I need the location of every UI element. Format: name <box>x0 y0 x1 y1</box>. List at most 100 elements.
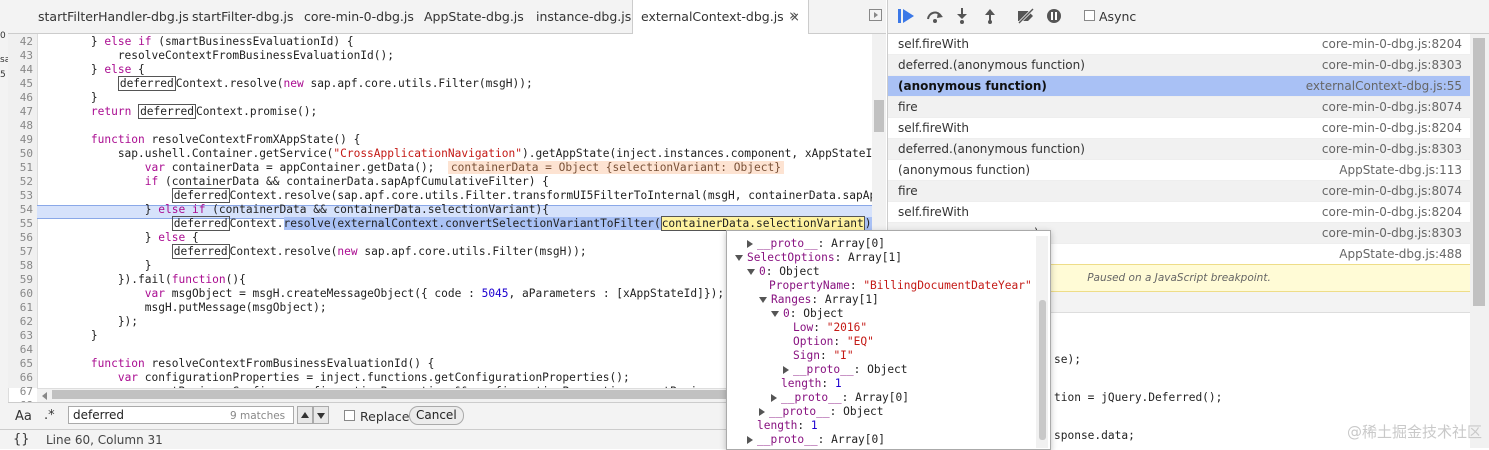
code-line[interactable]: } <box>37 259 152 273</box>
code-line[interactable]: var msgObject = msgH.createMessageObject… <box>37 287 724 301</box>
tab-externalcontext[interactable]: externalContext-dbg.js × <box>632 0 809 34</box>
code-line[interactable]: }); <box>37 315 138 329</box>
code-line[interactable]: function resolveContextFromXAppState() { <box>37 133 360 147</box>
object-property-row[interactable]: __proto__: Object <box>783 363 908 377</box>
tab-startfilterhandler[interactable]: startFilterHandler-dbg.js <box>38 0 189 33</box>
resume-icon[interactable] <box>898 8 916 24</box>
line-number[interactable]: 56 <box>20 231 33 244</box>
line-number[interactable]: 58 <box>20 259 33 272</box>
code-line[interactable]: deferred Context.resolve(externalContext.… <box>37 216 872 231</box>
step-over-icon[interactable] <box>926 8 944 24</box>
code-line[interactable]: sap.ushell.Container.getService("CrossAp… <box>37 147 872 161</box>
tab-appstate[interactable]: AppState-dbg.js <box>424 0 524 33</box>
code-line[interactable]: }).fail(function(){ <box>37 273 246 287</box>
previous-match-button[interactable] <box>297 406 313 424</box>
editor-horizontal-scroll-thumb[interactable] <box>52 390 729 399</box>
expanded-triangle-icon[interactable] <box>735 255 743 261</box>
line-number[interactable]: 52 <box>20 175 33 188</box>
collapsed-triangle-icon[interactable] <box>771 394 777 402</box>
code-line[interactable]: deferred Context.resolve(new sap.apf.core… <box>37 244 587 259</box>
call-frame[interactable]: (anonymous function) AppState-dbg.js:113 <box>888 160 1470 181</box>
step-out-icon[interactable] <box>984 8 996 24</box>
call-frame-location[interactable]: AppState-dbg.js:113 <box>1339 160 1462 181</box>
pause-on-exceptions-icon[interactable] <box>1046 8 1062 24</box>
call-frame-location[interactable]: core-min-0-dbg.js:8074 <box>1322 97 1462 118</box>
call-frame[interactable]: deferred.(anonymous function) core-min-0-… <box>888 139 1470 160</box>
tab-startfilter[interactable]: startFilter-dbg.js <box>192 0 294 33</box>
call-frame[interactable]: self.fireWith core-min-0-dbg.js:8204 <box>888 202 1470 223</box>
code-line[interactable]: if (containerData && containerData.sapAp… <box>37 175 549 189</box>
code-line[interactable]: } else { <box>37 231 199 245</box>
line-number[interactable]: 49 <box>20 133 33 146</box>
expanded-triangle-icon[interactable] <box>747 269 755 275</box>
object-preview-popover[interactable]: __proto__: Array[0] SelectOptions: Array[… <box>726 230 1051 450</box>
line-number[interactable]: 55 <box>20 217 33 230</box>
line-number[interactable]: 51 <box>20 161 33 174</box>
code-line[interactable]: msgH.putMessage(msgObject); <box>37 301 327 315</box>
line-number[interactable]: 64 <box>20 343 33 356</box>
code-line[interactable]: return deferred Context.promise(); <box>37 104 317 119</box>
collapsed-triangle-icon[interactable] <box>747 436 753 444</box>
line-number[interactable]: 60 <box>20 287 33 300</box>
call-frame-location[interactable]: core-min-0-dbg.js:8303 <box>1322 139 1462 160</box>
tab-core-min[interactable]: core-min-0-dbg.js <box>304 0 414 33</box>
line-number[interactable]: 44 <box>20 63 33 76</box>
call-frame-location[interactable]: AppState-dbg.js:488 <box>1339 244 1462 265</box>
more-tabs-icon[interactable]: » <box>789 6 798 24</box>
call-frame-location[interactable]: core-min-0-dbg.js:8074 <box>1322 181 1462 202</box>
call-frame-location[interactable]: core-min-0-dbg.js:8204 <box>1322 202 1462 223</box>
code-line[interactable]: } else if (smartBusinessEvaluationId) { <box>37 35 354 49</box>
code-line[interactable]: function resolveContextFromBusinessEvalu… <box>37 357 435 371</box>
line-number[interactable]: 63 <box>20 329 33 342</box>
match-case-toggle[interactable]: Aa <box>15 409 32 424</box>
editor-vertical-scroll-thumb[interactable] <box>874 100 884 132</box>
line-number[interactable]: 50 <box>20 147 33 160</box>
object-property-row[interactable]: SelectOptions: Array[1] <box>735 251 902 265</box>
next-match-button[interactable] <box>313 406 329 424</box>
code-line[interactable]: } <box>37 329 98 343</box>
code-line[interactable]: deferred Context.resolve(sap.apf.core.uti… <box>37 188 872 203</box>
tab-instance[interactable]: instance-dbg.js <box>536 0 631 33</box>
collapsed-triangle-icon[interactable] <box>759 408 765 416</box>
object-property-row[interactable]: __proto__: Array[0] <box>747 433 885 447</box>
step-into-icon[interactable] <box>956 8 968 24</box>
line-number[interactable]: 62 <box>20 315 33 328</box>
expanded-triangle-icon[interactable] <box>759 297 767 303</box>
line-number[interactable]: 65 <box>20 357 33 370</box>
call-frame-location[interactable]: externalContext-dbg.js:55 <box>1306 76 1462 97</box>
call-frame[interactable]: deferred.(anonymous function) core-min-0-… <box>888 55 1470 76</box>
call-frame[interactable]: self.fireWith core-min-0-dbg.js:8204 <box>888 118 1470 139</box>
async-checkbox[interactable] <box>1084 10 1095 21</box>
call-frame[interactable]: (anonymous function) externalContext-dbg.… <box>888 76 1470 97</box>
object-property-row[interactable]: Ranges: Array[1] <box>759 293 879 307</box>
line-number[interactable]: 57 <box>20 245 33 258</box>
line-number[interactable]: 66 <box>20 371 33 384</box>
call-frame[interactable]: self.fireWith core-min-0-dbg.js:8204 <box>888 34 1470 55</box>
popover-scroll-thumb[interactable] <box>1039 300 1046 440</box>
object-property-row[interactable]: __proto__: Array[0] <box>771 391 909 405</box>
cancel-button[interactable]: Cancel <box>409 406 464 425</box>
line-number[interactable]: 61 <box>20 301 33 314</box>
regex-toggle[interactable]: .* <box>44 408 55 423</box>
call-frame[interactable]: fire core-min-0-dbg.js:8074 <box>888 97 1470 118</box>
collapsed-triangle-icon[interactable] <box>747 240 753 248</box>
sidebar-scroll-thumb[interactable] <box>1473 38 1485 306</box>
expanded-triangle-icon[interactable] <box>771 311 779 317</box>
collapsed-triangle-icon[interactable] <box>783 366 789 374</box>
pretty-print-icon[interactable]: {} <box>13 432 30 447</box>
deactivate-breakpoints-icon[interactable] <box>1016 8 1036 24</box>
call-frame-location[interactable]: core-min-0-dbg.js:8303 <box>1322 223 1462 244</box>
line-number[interactable]: 67 <box>20 385 33 398</box>
object-property-row[interactable]: __proto__: Array[0] <box>747 237 885 251</box>
code-line[interactable]: resolveContextFromBusinessEvaluationId()… <box>37 49 394 63</box>
call-frame[interactable]: fire core-min-0-dbg.js:8074 <box>888 181 1470 202</box>
scroll-left-icon[interactable] <box>42 392 47 400</box>
line-number[interactable]: 59 <box>20 273 33 286</box>
toggle-debugger-pane-icon[interactable] <box>869 9 882 21</box>
line-number[interactable]: 54 <box>20 203 33 216</box>
object-property-row[interactable]: 0: Object <box>771 307 844 321</box>
line-number[interactable]: 46 <box>20 91 33 104</box>
line-number[interactable]: 53 <box>20 189 33 202</box>
line-number[interactable]: 42 <box>20 35 33 48</box>
replace-checkbox[interactable] <box>344 410 355 421</box>
